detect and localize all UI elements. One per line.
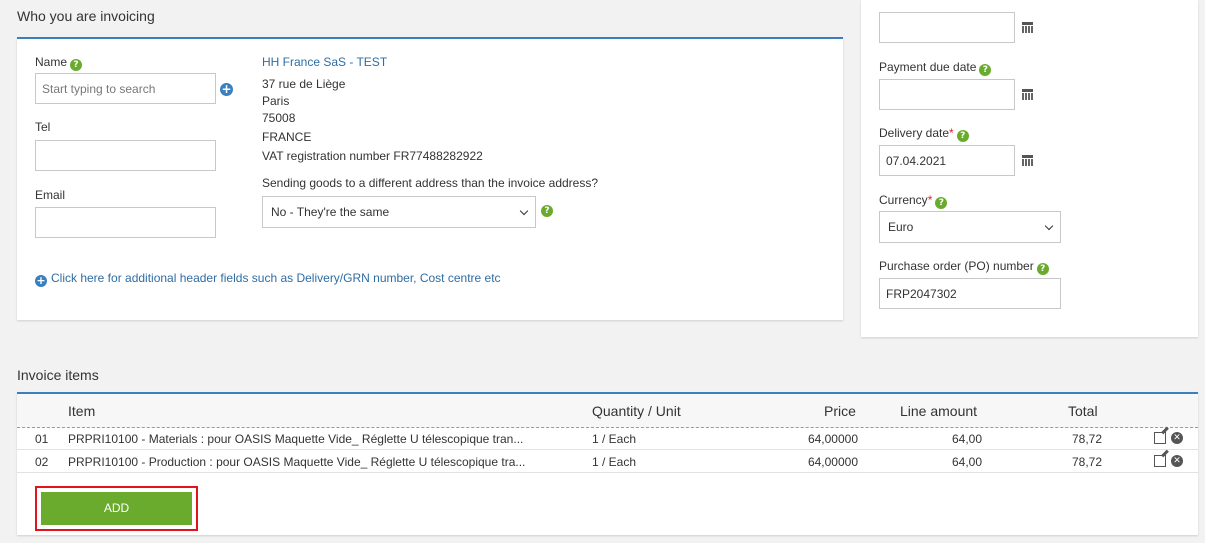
address-country: FRANCE [262,130,312,144]
name-label: Name? [35,55,83,71]
email-label: Email [35,188,66,202]
delivery-date-input[interactable] [879,145,1015,176]
customer-company-name[interactable]: HH France SaS - TEST [262,55,387,70]
calendar-icon[interactable] [1022,22,1033,33]
calendar-icon[interactable] [1022,155,1033,166]
row-total: 78,72 [1071,455,1102,469]
address-city: Paris [262,94,290,108]
row-item: PRPRI10100 - Production : pour OASIS Maq… [68,455,526,469]
help-icon[interactable]: ? [70,59,83,71]
row-number: 02 [35,455,49,469]
currency-select[interactable]: Euro [879,211,1061,243]
currency-value: Euro [888,220,914,234]
chevron-down-icon [1044,221,1054,231]
po-number-input[interactable] [879,278,1061,309]
column-line-amount: Line amount [900,403,978,419]
chevron-down-icon [519,206,529,216]
row-quantity: 1 / Each [592,455,637,469]
help-icon[interactable]: ? [1036,263,1049,275]
plus-circle-icon: + [35,274,47,287]
column-price: Price [824,403,856,419]
delivery-date-label: Delivery date*? [879,126,969,142]
row-price: 64,00000 [807,432,858,446]
help-icon[interactable]: ? [956,130,969,142]
additional-fields-link[interactable]: + Click here for additional header fields… [35,271,501,287]
add-contact-plus-icon[interactable]: + [220,83,233,96]
po-number-label: Purchase order (PO) number? [879,259,1049,275]
who-heading: Who you are invoicing [17,8,155,24]
payment-due-input[interactable] [879,79,1015,110]
different-address-value: No - They're the same [271,205,390,219]
help-icon[interactable]: ? [935,197,948,209]
help-icon[interactable]: ? [979,64,992,76]
help-icon[interactable]: ? [541,205,553,217]
row-item: PRPRI10100 - Materials : pour OASIS Maqu… [68,432,524,446]
invoice-date-input[interactable] [879,12,1015,43]
tel-label: Tel [35,120,51,134]
add-button-highlight: ADD [35,486,198,531]
address-street: 37 rue de Liège [262,77,346,91]
tel-input[interactable] [35,140,216,171]
additional-fields-link-text: Click here for additional header fields … [51,271,501,285]
items-heading: Invoice items [17,367,99,383]
edit-icon[interactable] [1154,455,1166,467]
calendar-icon[interactable] [1022,89,1033,100]
row-number: 01 [35,432,49,446]
column-item: Item [68,403,96,419]
row-line-amount: 64,00 [951,455,982,469]
column-total: Total [1068,403,1098,419]
name-search-input[interactable] [35,73,216,104]
email-input[interactable] [35,207,216,238]
different-address-select[interactable]: No - They're the same [262,196,536,228]
currency-label: Currency*? [879,193,948,209]
add-item-button[interactable]: ADD [41,492,192,525]
row-quantity: 1 / Each [592,432,637,446]
different-address-question: Sending goods to a different address tha… [262,176,599,190]
row-line-amount: 64,00 [951,432,982,446]
row-price: 64,00000 [807,455,858,469]
row-total: 78,72 [1071,432,1102,446]
vat-number: VAT registration number FR77488282922 [262,149,483,163]
address-postcode: 75008 [262,111,296,125]
edit-icon[interactable] [1154,432,1166,444]
delete-icon[interactable]: ✕ [1171,455,1183,467]
payment-due-label: Payment due date? [879,60,992,76]
column-quantity-unit: Quantity / Unit [592,403,681,419]
delete-icon[interactable]: ✕ [1171,432,1183,444]
